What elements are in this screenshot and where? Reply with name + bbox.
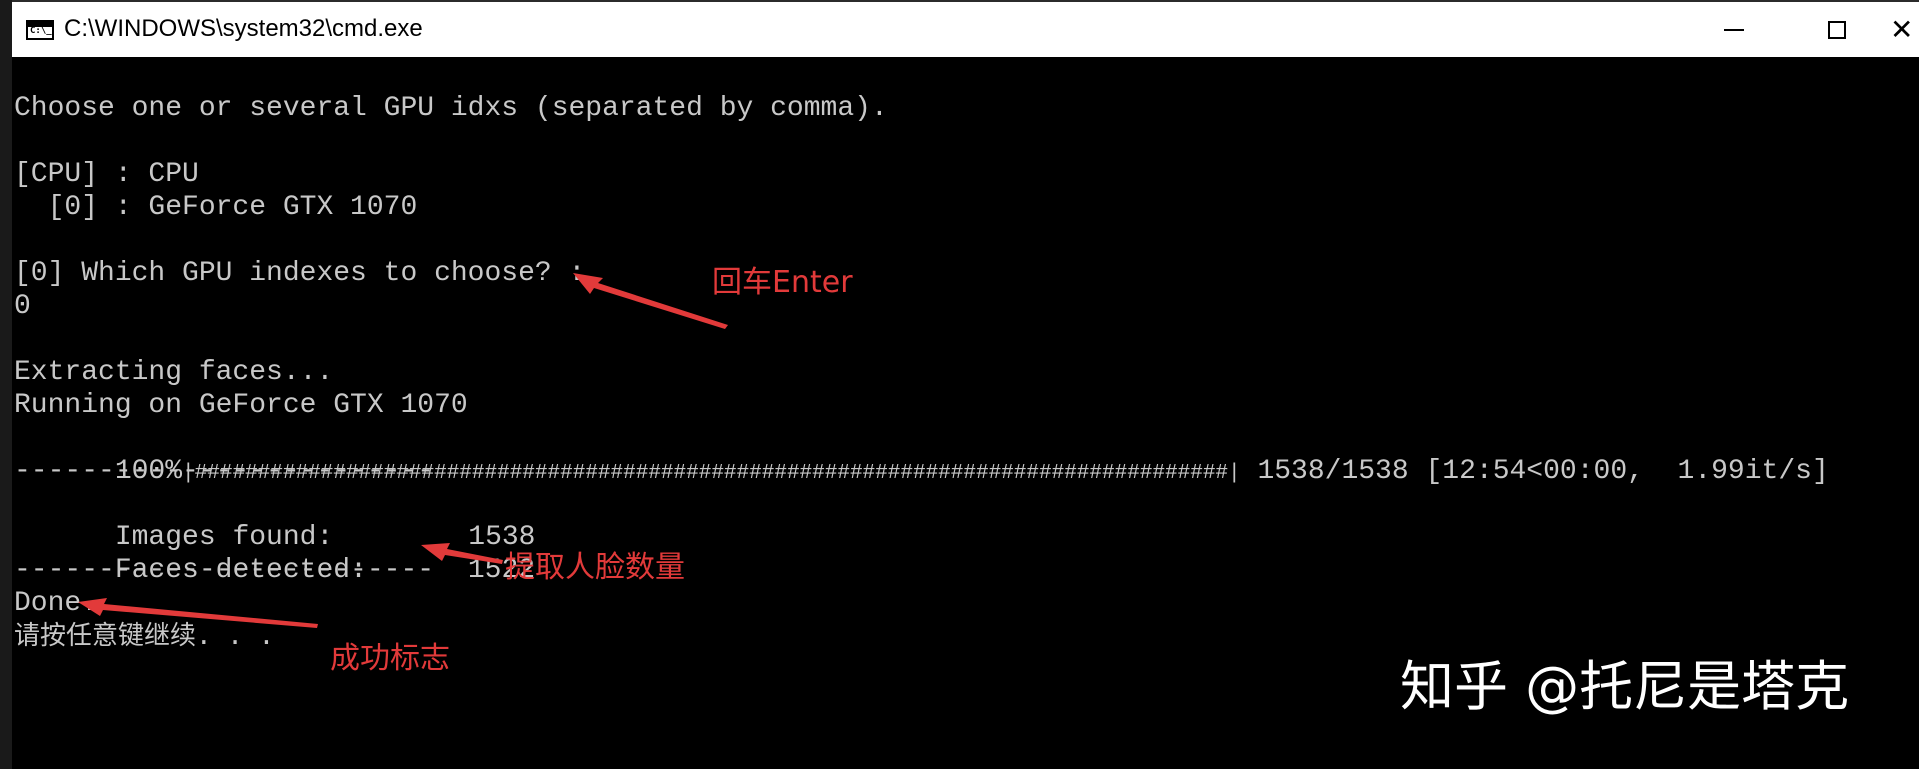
arrow-faces — [421, 543, 503, 564]
annotation-enter: 回车Enter — [712, 265, 853, 300]
screenshot-root: C:\_ C:\WINDOWS\system32\cmd.exe ✕ Choos… — [0, 0, 1919, 769]
arrow-enter — [573, 273, 728, 329]
zhihu-watermark: 知乎 @托尼是塔克 — [1400, 655, 1850, 718]
annotation-faces-count: 提取人脸数量 — [505, 550, 685, 585]
arrow-done — [78, 598, 318, 628]
annotation-arrows — [78, 273, 728, 628]
annotation-success: 成功标志 — [330, 641, 450, 676]
